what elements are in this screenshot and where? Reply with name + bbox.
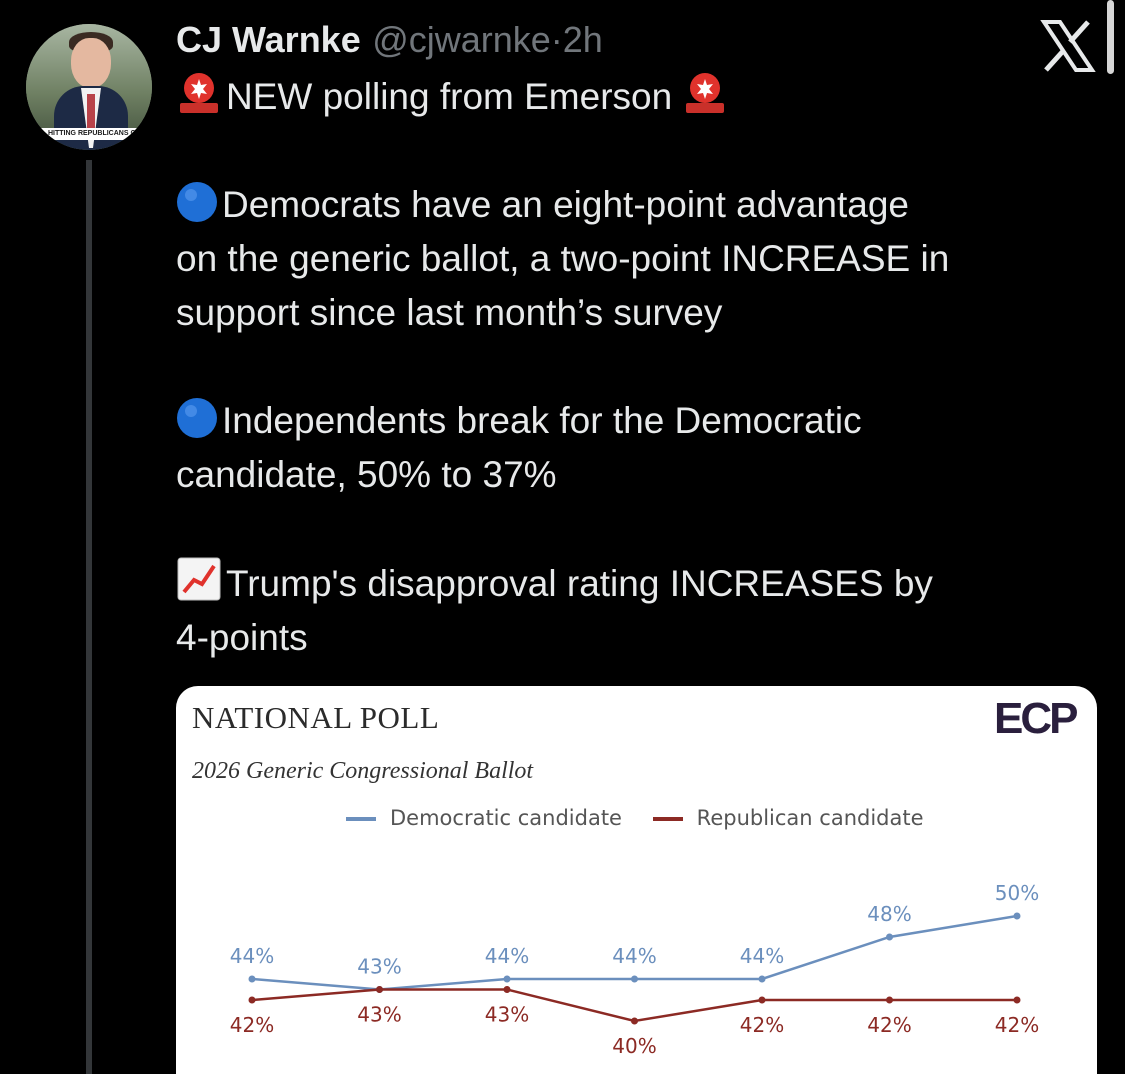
data-label-rep: 42% [740, 1013, 784, 1037]
data-label-dem: 48% [867, 902, 911, 926]
data-label-rep: 42% [867, 1013, 911, 1037]
data-label-rep: 43% [357, 1003, 401, 1027]
thread-line [86, 160, 92, 1074]
data-point-rep [886, 996, 893, 1004]
tweet-p4-line-2: 4-points [176, 617, 308, 658]
data-point-rep [631, 1017, 638, 1025]
data-point-rep [376, 986, 383, 993]
author-handle[interactable]: @cjwarnke [372, 19, 551, 60]
avatar-banner-text: HITTING REPUBLICANS ON ME [26, 128, 152, 140]
data-label-dem: 44% [230, 944, 274, 968]
author-name[interactable]: CJ Warnke [176, 19, 361, 60]
tweet-line-1: NEW polling from Emerson [226, 76, 673, 117]
data-point-dem [1013, 912, 1021, 920]
data-label-dem: 44% [740, 944, 784, 968]
data-point-dem [758, 975, 766, 983]
data-label-dem: 43% [357, 955, 401, 979]
tweet-p2-line-2: on the generic ballot, a two-point INCRE… [176, 238, 950, 279]
tweet-p4-line-1: Trump's disapproval rating INCREASES by [226, 563, 933, 604]
data-point-rep [1013, 996, 1021, 1004]
data-point-dem [886, 933, 893, 941]
tweet-text: NEW polling from Emerson Democrats have … [176, 70, 1096, 665]
siren-emoji [180, 73, 218, 113]
poll-image-card[interactable]: NATIONAL POLL ECP 2026 Generic Congressi… [176, 686, 1097, 1074]
chart-increasing-emoji [177, 557, 221, 601]
author-avatar[interactable]: HITTING REPUBLICANS ON ME [26, 24, 152, 150]
data-label-rep: 40% [612, 1034, 656, 1058]
data-point-dem [631, 975, 638, 983]
scrollbar[interactable] [1107, 0, 1114, 74]
blue-circle-emoji [177, 182, 217, 222]
blue-circle-emoji [177, 398, 217, 438]
line-chart: 44% 43% 44% 44% 44% 48% 50% 42% 43% 43% 40% 42% 42% 4… [230, 881, 1039, 1058]
data-point-rep [503, 986, 511, 993]
x-logo-icon[interactable] [1038, 18, 1098, 74]
data-label-dem: 44% [612, 944, 656, 968]
data-point-rep [248, 996, 256, 1004]
header-separator: · [550, 19, 563, 60]
tweet-p3-line-1: Independents break for the Democratic [222, 400, 862, 441]
tweet-p3-line-2: candidate, 50% to 37% [176, 454, 557, 495]
data-label-dem: 44% [485, 944, 529, 968]
data-label-rep: 43% [485, 1003, 529, 1027]
data-label-dem: 50% [995, 881, 1039, 905]
data-label-rep: 42% [995, 1013, 1039, 1037]
tweet-timestamp[interactable]: 2h [563, 19, 603, 60]
tweet-p2-line-3: support since last month’s survey [176, 292, 723, 333]
tweet-header: CJ Warnke @cjwarnke·2h [176, 16, 603, 65]
tweet-p2-line-1: Democrats have an eight-point advantage [222, 184, 909, 225]
data-label-rep: 42% [230, 1013, 274, 1037]
data-point-dem [503, 975, 511, 983]
data-point-dem [248, 975, 256, 983]
siren-emoji [686, 73, 725, 113]
data-point-rep [758, 996, 766, 1004]
